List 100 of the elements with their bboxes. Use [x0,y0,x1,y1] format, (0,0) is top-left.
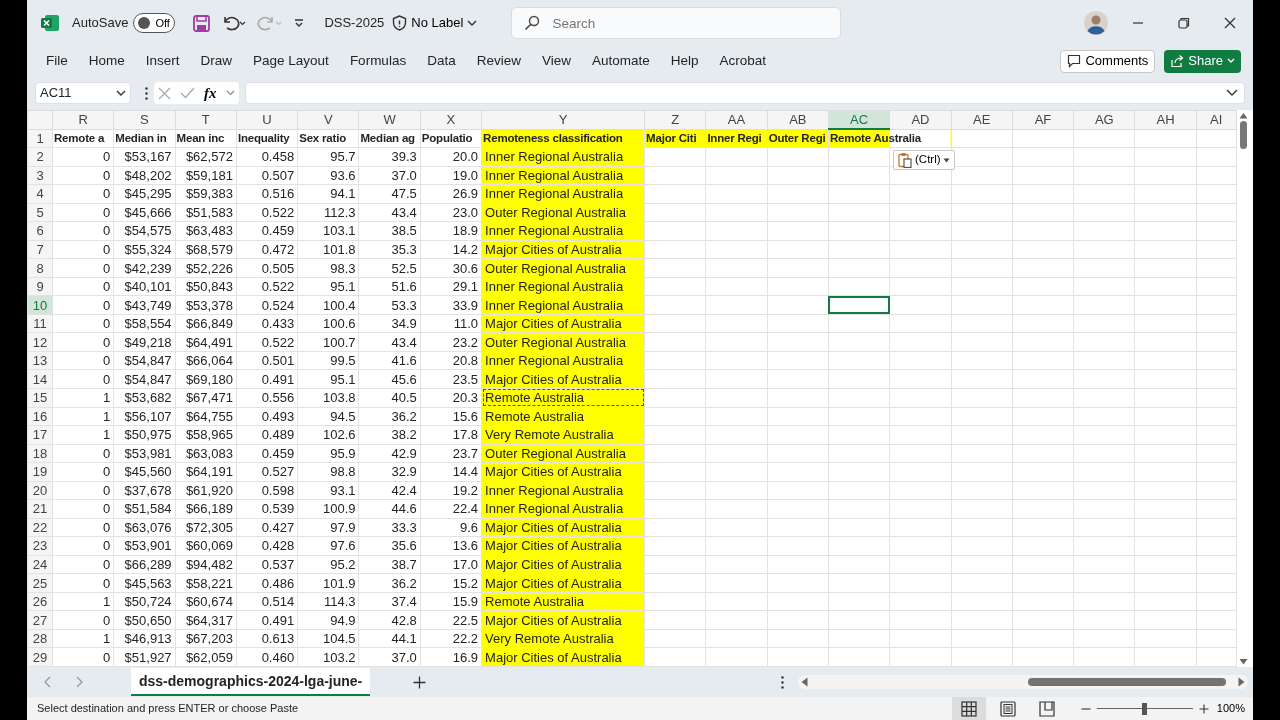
customize-toolbar-button[interactable] [294,18,305,28]
table-cell: 0.539 [236,499,298,519]
insert-function-button[interactable]: fx [204,81,217,105]
save-button[interactable] [193,14,211,32]
column-header[interactable]: R [52,110,114,130]
column-header[interactable]: V [297,110,359,130]
table-cell: 23.5 [420,369,482,389]
column-header[interactable]: AA [705,110,768,130]
scrollbar-thumb[interactable] [1028,678,1227,686]
scroll-left-icon[interactable] [801,677,809,687]
paste-options-button[interactable]: (Ctrl) [893,150,955,170]
normal-view-icon [960,700,977,717]
table-cell: 103.8 [297,388,359,407]
zoom-level-button[interactable]: 100% [1216,700,1245,717]
share-button[interactable]: Share [1164,49,1241,73]
column-header[interactable]: Y [481,110,645,130]
column-header[interactable]: AD [889,110,952,130]
scroll-up-icon[interactable] [1239,112,1249,119]
account-button[interactable] [1084,11,1108,35]
table-cell: 0.460 [236,647,298,667]
share-icon [1170,54,1185,68]
sensitivity-label-button[interactable]: No Label [392,13,478,33]
zoom-in-button[interactable] [1198,703,1209,714]
table-cell: $53,901 [113,536,176,556]
chevron-down-icon[interactable] [1226,89,1238,97]
table-cell: 0.458 [236,147,298,167]
scrollbar-thumb[interactable] [1240,121,1248,149]
close-button[interactable] [1224,17,1236,29]
table-cell: 101.8 [297,240,359,259]
table-cell: 0 [52,332,114,352]
table-cell: 0.613 [236,629,298,648]
column-header[interactable]: U [236,110,298,130]
table-cell: 0.522 [236,277,298,296]
view-button[interactable] [951,697,986,720]
table-cell: 0 [52,221,114,241]
name-box[interactable]: AC11 [35,82,131,104]
ribbon-tab[interactable]: Acrobat [719,50,767,72]
column-header[interactable]: Z [644,110,706,130]
column-header[interactable]: AI [1196,110,1237,130]
column-header[interactable]: AF [1012,110,1074,130]
column-header[interactable]: AB [767,110,829,130]
table-cell: 94.5 [297,407,359,426]
column-header[interactable]: AC [828,110,890,130]
table-cell: 94.9 [297,610,359,630]
search-box[interactable]: Search [511,7,842,39]
restore-button[interactable] [1178,17,1190,29]
more-options-icon[interactable] [781,675,785,689]
column-header[interactable]: AG [1073,110,1135,130]
excel-logo-icon [41,14,59,32]
ribbon-tab[interactable]: Data [427,50,456,72]
scroll-down-icon[interactable] [1239,658,1249,665]
sheet-tab[interactable]: dss-demographics-2024-lga-june- [131,668,371,696]
add-sheet-button[interactable] [413,675,427,689]
ribbon-tab[interactable]: View [541,50,571,72]
table-cell: 95.2 [297,555,359,574]
table-cell: 42.9 [359,444,421,463]
table-cell: $45,295 [113,184,176,204]
column-header[interactable]: S [113,110,176,130]
formula-input[interactable] [244,82,1245,104]
more-options-icon[interactable] [145,86,148,100]
autosave-toggle[interactable]: Off [133,13,176,33]
active-cell[interactable] [828,295,890,315]
ribbon-tab[interactable]: Automate [591,50,650,72]
table-cell: $63,483 [175,221,237,241]
ribbon-tab[interactable]: Help [670,50,699,72]
column-header[interactable]: AH [1134,110,1197,130]
scroll-right-icon[interactable] [1238,677,1246,687]
table-cell: 0.537 [236,555,298,574]
ribbon-tab[interactable]: Formulas [349,50,407,72]
ribbon-tab[interactable]: File [46,50,68,72]
ribbon-tab[interactable]: Insert [145,50,180,72]
table-cell: 42.8 [359,610,421,630]
ribbon-tab[interactable]: Page Layout [253,50,329,72]
ribbon-tab[interactable]: Draw [200,50,233,72]
table-cell: 20.3 [420,388,482,407]
table-cell: 43.4 [359,203,421,222]
cross-icon [158,86,171,100]
table-cell: 38.2 [359,425,421,445]
column-header[interactable]: AE [951,110,1013,130]
slider-thumb[interactable] [1142,702,1148,715]
table-cell: Median in [113,129,176,148]
table-cell: $50,975 [113,425,176,445]
ribbon-tab[interactable]: Review [476,50,521,72]
table-cell: $60,674 [175,592,237,611]
search-field[interactable]: Search [550,8,829,38]
table-cell: 93.1 [297,481,359,500]
column-header[interactable]: T [175,110,237,130]
table-cell: 53.3 [359,295,421,315]
column-header[interactable]: X [420,110,482,130]
restore-icon [1178,17,1190,29]
table-cell: 1 [52,629,114,648]
page-break-icon [1038,700,1055,717]
column-header[interactable]: W [359,110,421,130]
table-cell: $58,965 [175,425,237,445]
comments-button[interactable]: Comments [1060,49,1156,73]
table-cell: 16.9 [420,647,482,667]
chevron-left-icon [43,676,51,688]
table-cell: 1 [52,407,114,426]
ribbon-tab[interactable]: Home [88,50,125,72]
table-cell: 0.472 [236,240,298,259]
